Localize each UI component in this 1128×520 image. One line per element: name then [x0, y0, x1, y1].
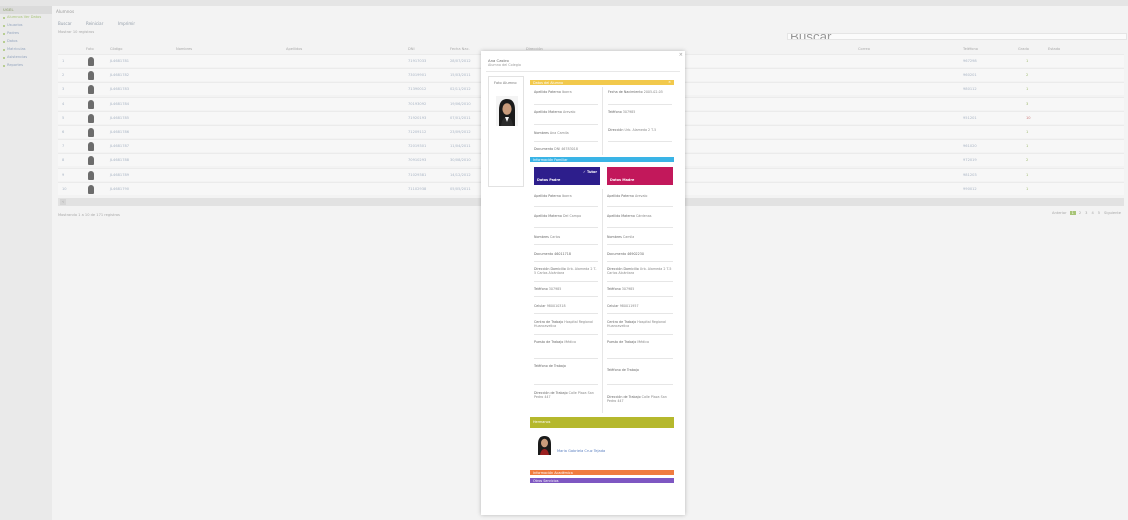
section-title: Información Familiar — [533, 157, 568, 162]
father-telefono-trabajo: Teléfono de Trabajo — [534, 364, 566, 368]
section-bar-academica[interactable]: Información Académica — [530, 470, 674, 475]
mother-telefono: Teléfono 307985 — [607, 287, 635, 291]
field-telefono: Teléfono 307985 — [608, 110, 636, 114]
student-photo — [496, 96, 518, 126]
section-bar-datos[interactable]: Datos del Alumno × — [530, 80, 674, 85]
mother-puesto: Puesto de Trabajo Médico — [607, 340, 650, 344]
mother-direccion-trabajo: Dirección de Trabajo Calle Plaza San Ped… — [607, 395, 667, 404]
sibling-link[interactable]: Maria Gabriela Cruz Tejada — [557, 449, 605, 453]
section-bar-otros[interactable]: Otros Servicios — [530, 478, 674, 483]
section-bar-familia[interactable]: Información Familiar — [530, 157, 674, 162]
mother-documento: Documento 46902230 — [607, 252, 644, 256]
section-bar-hermanos[interactable]: Hermanos — [530, 417, 674, 428]
collapse-icon[interactable]: × — [668, 80, 671, 84]
mother-header[interactable]: Datos Madre — [607, 167, 673, 185]
father-documento: Documento 46011718 — [534, 252, 571, 256]
father-centro-trabajo: Centro de Trabajo Hospital Regional Huan… — [534, 320, 593, 329]
photo-label: Foto Alumno — [494, 81, 517, 85]
father-telefono: Teléfono 307985 — [534, 287, 562, 291]
divider — [486, 71, 680, 72]
father-label: Datos Padre — [537, 178, 561, 182]
father-direccion-trabajo: Dirección de Trabajo Calle Plaza San Ped… — [534, 391, 594, 400]
field-documento: Documento DNI 46783018 — [534, 147, 578, 151]
mother-ap-paterno: Apellido Paterno Arevalo — [607, 194, 648, 198]
field-ap-paterno: Apellido Paterno Ibarra — [534, 90, 572, 94]
section-title: Otros Servicios — [533, 478, 559, 483]
mother-ap-materno: Apellido Materno Cárdenas — [607, 214, 652, 218]
field-nombres: Nombres Ana Camila — [534, 131, 569, 135]
section-title: Hermanos — [533, 420, 551, 424]
father-ap-paterno: Apellido Paterno Ibarra — [534, 194, 572, 198]
sibling-photo — [536, 434, 553, 455]
father-celular: Celular 980010318 — [534, 304, 566, 308]
father-puesto: Puesto de Trabajo Médico — [534, 340, 577, 344]
modal-subtitle: Alumno del Colegio — [488, 63, 521, 67]
father-ap-materno: Apellido Materno Del Campo — [534, 214, 582, 218]
father-header[interactable]: ✓ Tutor Datos Padre — [534, 167, 600, 185]
mother-telefono-trabajo: Teléfono de Trabajo — [607, 368, 639, 372]
field-direccion: Dirección Urb. Alameda 2 T-5 — [608, 128, 657, 132]
close-icon[interactable]: × — [679, 52, 683, 58]
mother-centro-trabajo: Centro de Trabajo Hospital Regional Huan… — [607, 320, 666, 329]
father-direccion: Dirección Domicilio Urb. Alameda 2 T-5 C… — [534, 267, 597, 276]
mother-celular: Celular 980011957 — [607, 304, 639, 308]
mother-label: Datos Madre — [610, 178, 635, 182]
field-ap-materno: Apellido Materno Arevalo — [534, 110, 576, 114]
section-title: Información Académica — [533, 470, 573, 475]
student-detail-modal: × Ana Castro Alumno del Colegio Foto Alu… — [481, 51, 685, 515]
tutor-badge: ✓ Tutor — [582, 170, 597, 174]
father-nombres: Nombres Carlos — [534, 235, 561, 239]
mother-nombres: Nombres Camila — [607, 235, 635, 239]
mother-direccion: Dirección Domicilio Urb. Alameda 2 T-5 C… — [607, 267, 672, 276]
section-title: Datos del Alumno — [533, 80, 564, 85]
student-photo-card: Foto Alumno — [488, 76, 524, 187]
field-fecha-nacimiento: Fecha de Nacimiento 2005-02-05 — [608, 90, 663, 94]
